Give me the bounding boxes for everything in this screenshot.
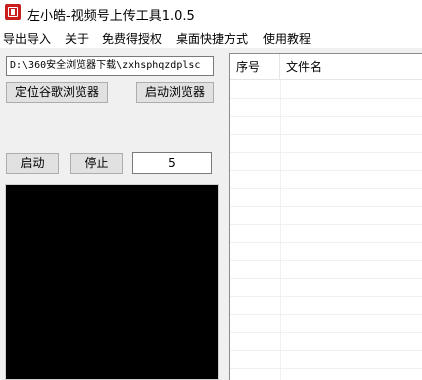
list-row-divider [230,314,422,315]
menu-tutorial[interactable]: 使用教程 [263,30,311,47]
list-row-divider [230,242,422,243]
start-button[interactable]: 启动 [6,153,59,174]
list-row-divider [230,170,422,171]
menu-import-export[interactable]: 导出导入 [3,30,51,47]
list-row-divider [230,152,422,153]
list-row-divider [230,134,422,135]
locate-chrome-button[interactable]: 定位谷歌浏览器 [6,82,108,103]
launch-browser-button[interactable]: 启动浏览器 [136,82,214,103]
file-list-rows [230,80,422,380]
list-row-divider [230,368,422,369]
menu-desktop-shortcut[interactable]: 桌面快捷方式 [176,30,248,47]
menu-about[interactable]: 关于 [65,30,89,47]
list-row-divider [230,350,422,351]
list-row-divider [230,296,422,297]
list-row-divider [230,224,422,225]
list-row-divider [230,98,422,99]
app-window: 左小皓-视频号上传工具1.0.5 导出导入 关于 免费得授权 桌面快捷方式 使用… [0,0,422,380]
file-list-view[interactable]: 序号 文件名 [229,53,422,380]
count-input[interactable]: 5 [132,152,212,174]
browser-path-input[interactable]: D:\360安全浏览器下载\zxhsphqzdplsc [6,56,214,76]
file-list-header: 序号 文件名 [230,54,422,80]
list-row-divider [230,206,422,207]
column-header-filename[interactable]: 文件名 [280,54,422,80]
title-bar: 左小皓-视频号上传工具1.0.5 [0,0,422,26]
log-output-panel[interactable] [5,184,219,380]
stop-button[interactable]: 停止 [70,153,123,174]
column-header-seq[interactable]: 序号 [230,54,280,80]
app-seal-icon [5,4,21,20]
menu-bar: 导出导入 关于 免费得授权 桌面快捷方式 使用教程 [0,26,422,48]
list-row-divider [230,188,422,189]
window-title: 左小皓-视频号上传工具1.0.5 [27,9,195,24]
menu-free-license[interactable]: 免费得授权 [102,30,162,47]
list-row-divider [230,278,422,279]
list-row-divider [230,260,422,261]
list-row-divider [230,332,422,333]
column-divider [280,80,281,380]
list-row-divider [230,116,422,117]
